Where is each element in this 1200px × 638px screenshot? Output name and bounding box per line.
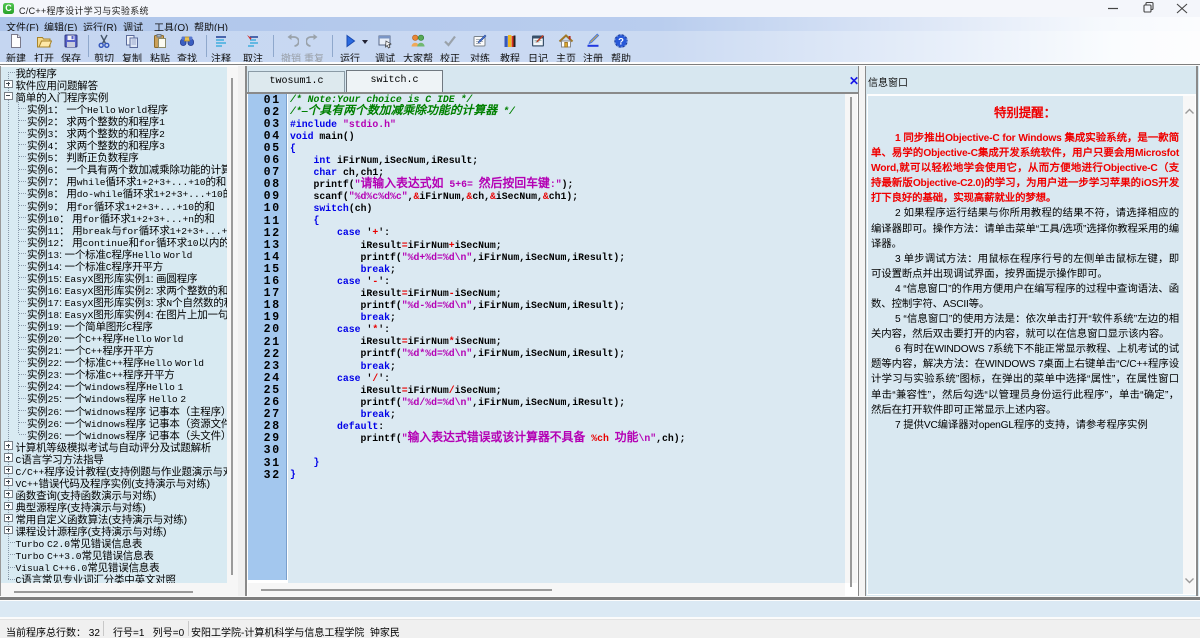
svg-text:?: ?	[618, 37, 624, 48]
